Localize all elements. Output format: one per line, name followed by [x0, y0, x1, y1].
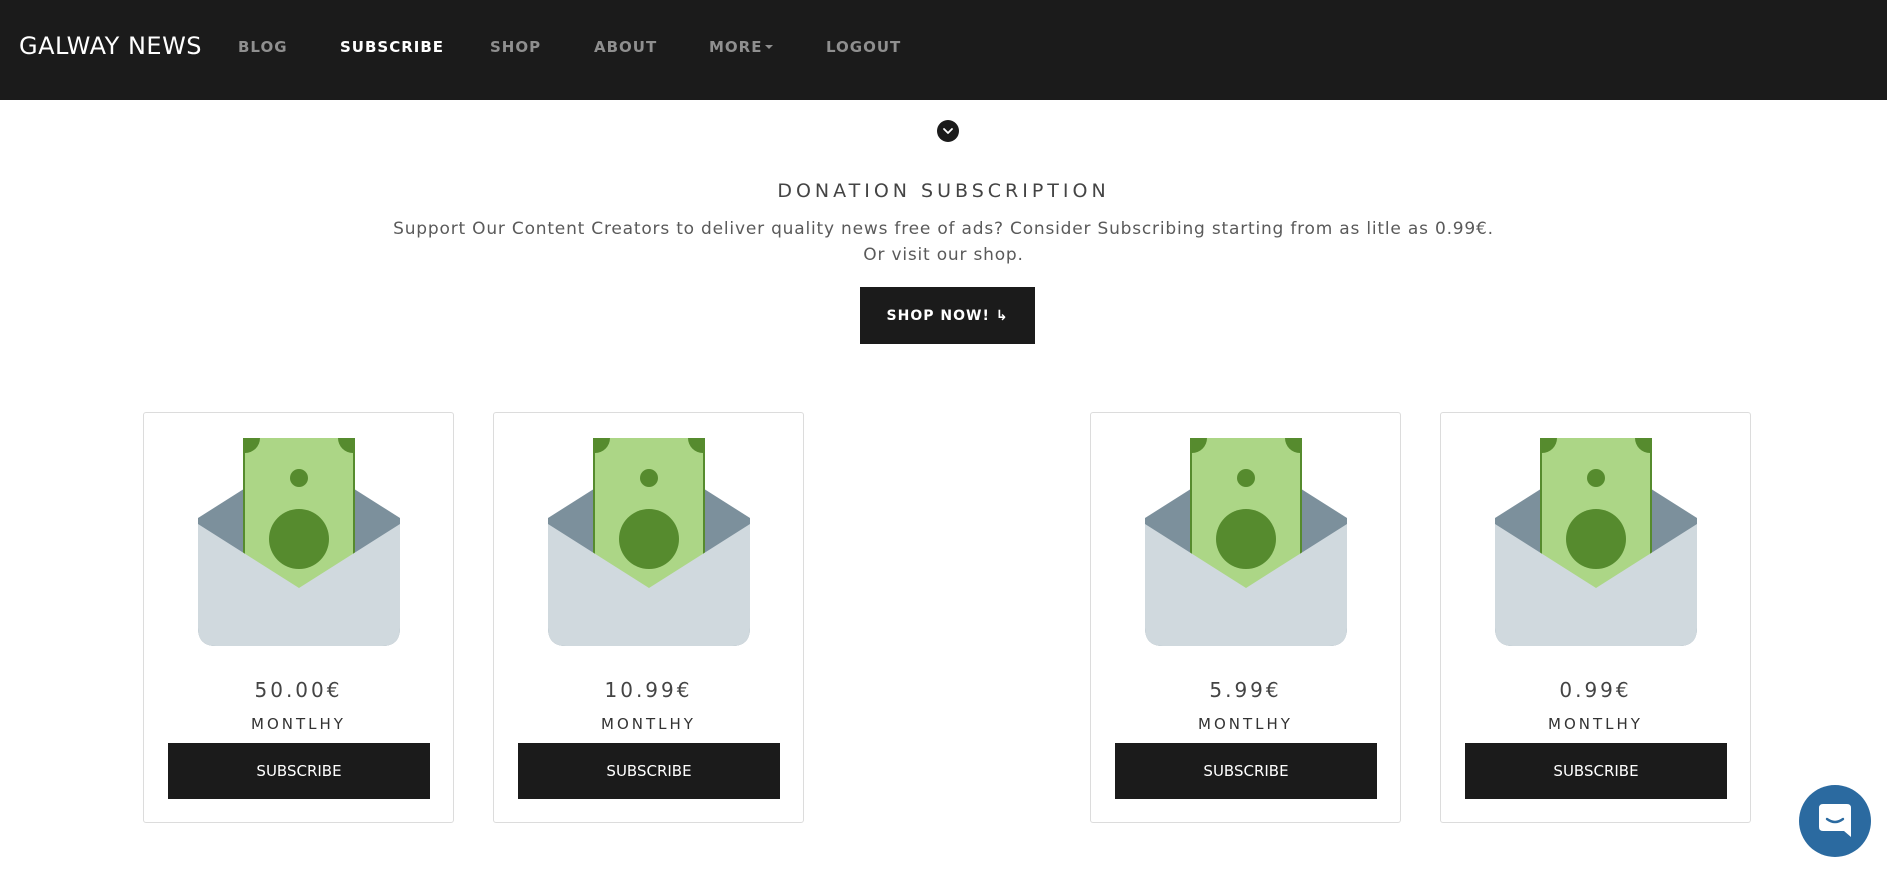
plan-period: MONTLHY	[1198, 715, 1293, 733]
nav-item-about[interactable]: ABOUT	[594, 38, 657, 56]
money-envelope-icon	[548, 438, 750, 646]
money-envelope-icon	[1495, 438, 1697, 646]
nav-item-more[interactable]: MORE	[709, 38, 774, 56]
chevron-down-icon	[943, 128, 953, 134]
chat-launcher-button[interactable]	[1799, 785, 1871, 857]
top-navbar: GALWAY NEWS BLOG SUBSCRIBE SHOP ABOUT MO…	[0, 0, 1887, 100]
plan-card: 10.99€ MONTLHY SUBSCRIBE	[493, 412, 804, 823]
subscribe-button[interactable]: SUBSCRIBE	[518, 743, 780, 799]
page-title: DONATION SUBSCRIPTION	[777, 180, 1110, 202]
money-envelope-icon	[1145, 438, 1347, 646]
plan-card: 0.99€ MONTLHY SUBSCRIBE	[1440, 412, 1751, 823]
intro-text: Support Our Content Creators to deliver …	[393, 219, 1494, 239]
subscribe-button[interactable]: SUBSCRIBE	[1115, 743, 1377, 799]
scroll-down-button[interactable]	[937, 120, 959, 142]
chat-icon	[1819, 804, 1851, 837]
plan-period: MONTLHY	[251, 715, 346, 733]
caret-down-icon	[765, 45, 774, 49]
plan-card: 5.99€ MONTLHY SUBSCRIBE	[1090, 412, 1401, 823]
plan-price: 5.99€	[1209, 678, 1282, 702]
shop-now-button[interactable]: SHOP NOW! ↳	[860, 287, 1035, 344]
plan-period: MONTLHY	[601, 715, 696, 733]
plan-period: MONTLHY	[1548, 715, 1643, 733]
nav-item-subscribe[interactable]: SUBSCRIBE	[340, 38, 444, 56]
intro-text-shop: Or visit our shop.	[863, 245, 1024, 265]
nav-item-more-label: MORE	[709, 38, 763, 56]
subscribe-button[interactable]: SUBSCRIBE	[168, 743, 430, 799]
subscribe-button[interactable]: SUBSCRIBE	[1465, 743, 1727, 799]
plan-price: 50.00€	[254, 678, 343, 702]
nav-item-blog[interactable]: BLOG	[238, 38, 288, 56]
brand-logo[interactable]: GALWAY NEWS	[19, 32, 202, 60]
plan-card: 50.00€ MONTLHY SUBSCRIBE	[143, 412, 454, 823]
nav-item-shop[interactable]: SHOP	[490, 38, 541, 56]
nav-item-logout[interactable]: LOGOUT	[826, 38, 901, 56]
plan-price: 10.99€	[604, 678, 693, 702]
money-envelope-icon	[198, 438, 400, 646]
plan-price: 0.99€	[1559, 678, 1632, 702]
